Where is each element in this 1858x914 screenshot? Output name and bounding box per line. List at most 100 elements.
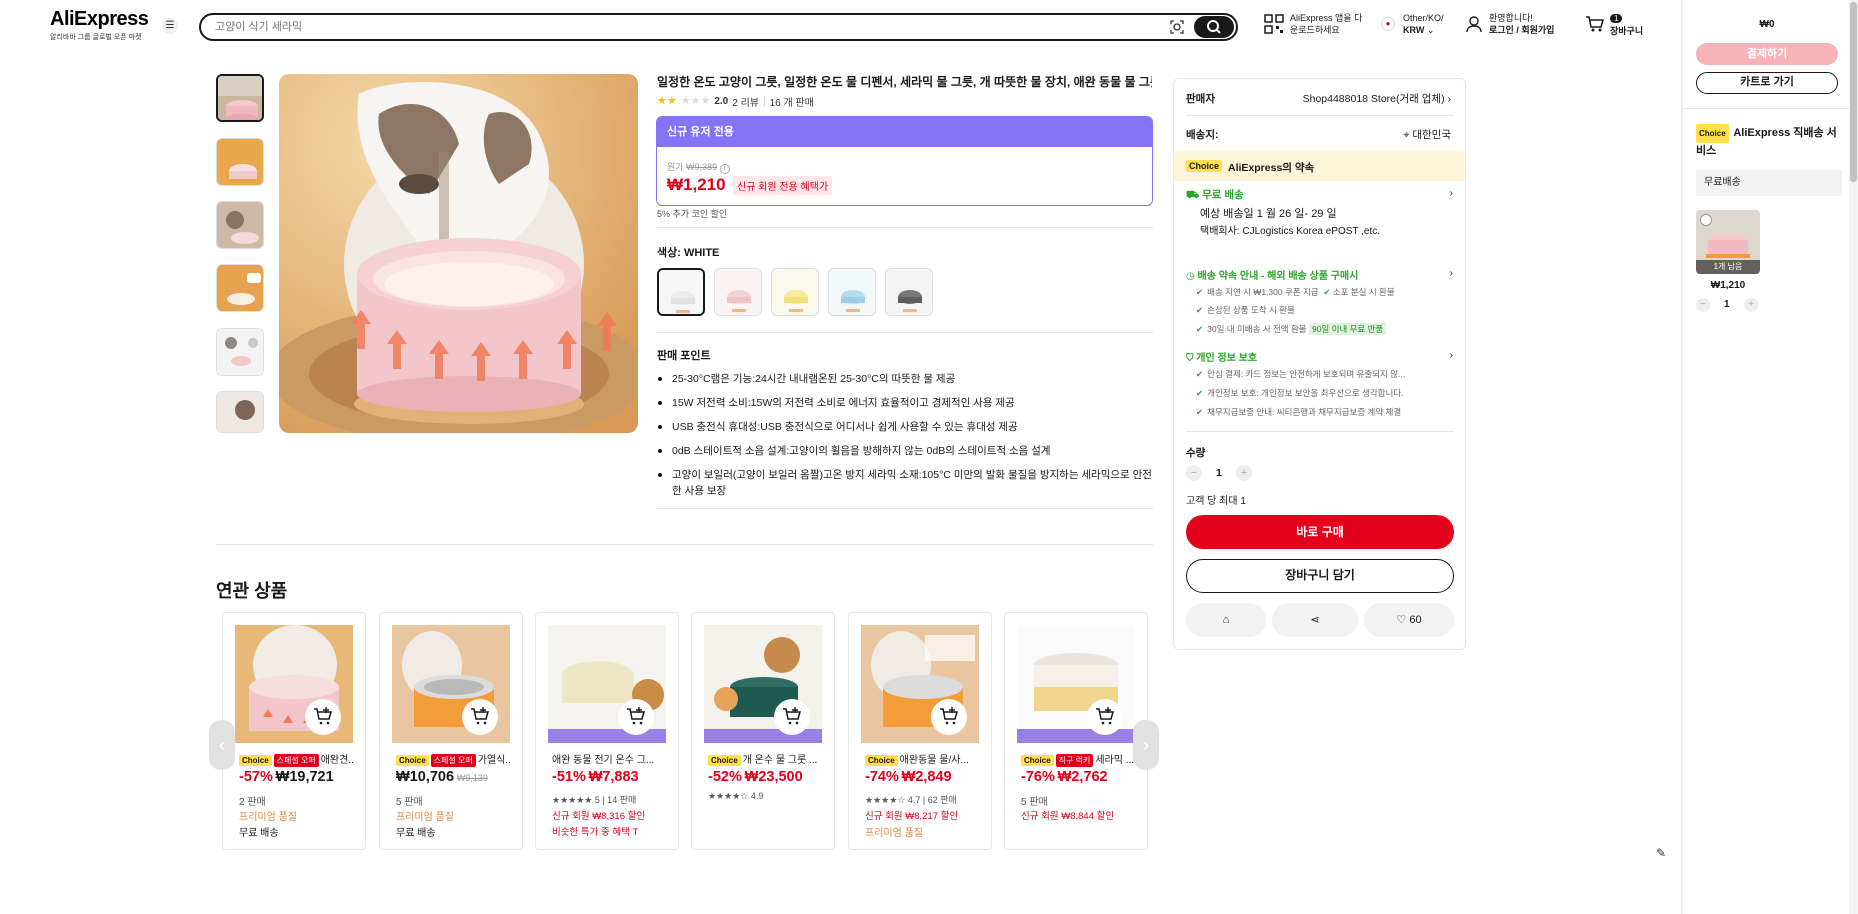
privacy-row[interactable]: ⛉ 개인 정보 보호 [1186,349,1257,364]
thumbnail-2[interactable] [216,138,264,186]
add-to-cart-icon[interactable] [774,699,810,735]
share-button[interactable]: ⋖ [1272,603,1358,637]
carousel-next-button[interactable]: › [1133,720,1159,770]
color-swatch-pink[interactable] [714,268,762,316]
scrollbar-thumb[interactable] [1850,2,1857,182]
color-swatch-blue[interactable] [828,268,876,316]
quantity-value[interactable]: 1 [1216,467,1222,479]
wishlist-count: 60 [1409,614,1422,626]
mini-cart-item-price: ₩1,210 [1710,280,1746,291]
related-price: ₩23,500 [744,769,803,785]
thumbnail-1[interactable] [216,74,264,122]
related-sub3: 무료 배송 [239,828,279,839]
carousel-prev-button[interactable]: ‹ [209,720,235,770]
page-scrollbar[interactable] [1849,0,1858,914]
selling-point: 고양이 보일러(고양이 보일러 옴짤)고온 방지 세라믹 소재:105°C 미만… [658,469,1152,497]
info-icon[interactable]: i [719,164,730,174]
seller-label: 판매자 [1186,93,1215,105]
guarantee-item: 손상된 상품 도착 시 환불 [1196,304,1295,316]
color-swatch-white[interactable] [657,268,705,316]
related-price: ₩2,849 [901,769,952,785]
color-swatch-yellow[interactable] [771,268,819,316]
related-name: 애완동물 물/사... [899,755,969,766]
seller-link[interactable]: Shop4488018 Store(거래 업체) › [1303,91,1451,106]
related-sub1: ★★★★☆ 4.7 | 62 판매 [865,795,957,805]
mini-cart-sidebar: ₩0 결제하기 카트로 가기 Choice AliExpress 직배송 서비스… [1681,0,1858,914]
edit-pencil-icon[interactable]: ✎ [1656,846,1672,862]
mini-cart-item-qty[interactable]: 1 [1724,299,1730,310]
free-shipping-tag: 무료배송 [1696,170,1842,196]
mini-cart-item-image[interactable]: 1개 남음 [1696,210,1760,274]
selling-point: USB 충전식 휴대성:USB 충전식으로 어디서나 쉽게 사용할 수 있는 휴… [658,419,1152,435]
selling-points-title: 판매 포인트 [657,350,711,362]
free-shipping-row[interactable]: ⛟ 무료 배송 [1186,187,1244,203]
divider [657,227,1153,228]
related-card[interactable]: Choice스페셜 오퍼가열식... ₩10,706 ₩9,139 5 판매 프… [379,612,523,850]
seller-name: Shop4488018 Store(거래 업체) [1302,93,1445,105]
search-button[interactable] [1194,16,1234,38]
delivery-eta: 예상 배송일 1 월 26 일- 29 일 [1200,208,1337,220]
promo-header: 신규 유저 전용 [657,117,1152,147]
app-line2: 운로드하세요 [1290,25,1340,35]
go-to-cart-button[interactable]: 카트로 가기 [1696,72,1838,94]
chevron-right-icon[interactable]: › [1450,187,1454,199]
related-sub2: 프리미엄 품질 [239,812,297,823]
star-empty-icon: ★★★ [680,95,711,107]
ship-to-selector[interactable]: ⌖ 대한민국 [1404,127,1451,142]
camera-search-icon[interactable] [1168,18,1186,36]
wishlist-button[interactable]: ♡ 60 [1364,603,1454,637]
cart[interactable]: 1 장바구니 [1585,12,1643,37]
add-to-cart-icon[interactable] [618,699,654,735]
delivery-guarantee-row[interactable]: ◷ 배송 약속 안내 - 해외 배송 상품 구매시 [1186,267,1358,282]
related-card[interactable]: 애완 동물 전기 온수 그... -51% ₩7,883 ★★★★★ 5 | 1… [535,612,679,850]
selling-point: 15W 저전력 소비:15W의 저전력 소비로 에너지 효율적이고 경제적인 사… [658,395,1152,411]
buy-now-button[interactable]: 바로 구매 [1186,515,1454,549]
search-bar [199,13,1238,41]
login-link[interactable]: 로그인 / 회원가입 [1489,25,1554,35]
store-button[interactable]: ⌂ [1186,603,1266,637]
main-product-image[interactable] [279,74,638,433]
add-to-cart-icon[interactable] [462,699,498,735]
add-to-cart-button[interactable]: 장바구니 담기 [1186,559,1454,593]
new-user-promo-box: 신규 유저 전용 원가 ₩9,389 i ₩1,210 신규 회원 전용 혜택가 [656,116,1153,206]
item-select-checkbox[interactable] [1700,214,1712,226]
region-selector[interactable]: ● Other/KO/KRW ⌄ [1381,12,1444,36]
rating-value: 2.0 [714,96,729,107]
add-to-cart-icon[interactable] [1087,699,1123,735]
account-login[interactable]: 환영합니다! 로그인 / 회원가입 [1465,12,1554,36]
related-card[interactable]: Choice 직구 럭키 세라믹 ... -76% ₩2,762 5 판매 신규 회… [1004,612,1148,850]
app-download[interactable]: AliExpress 앱을 다 운로드하세요 [1264,12,1362,36]
choice-badge: Choice [865,755,898,766]
region-line1: Other/KO/ [1403,13,1444,23]
checkout-button[interactable]: 결제하기 [1696,43,1838,65]
add-to-cart-icon[interactable] [305,699,341,735]
sale-price: ₩1,210 [667,175,726,194]
aliexpress-logo[interactable]: AliExpress 알리바바 그룹 글로벌 오픈 마켓 [50,8,149,42]
chevron-right-icon[interactable]: › [1450,267,1454,279]
thumbnail-3[interactable] [216,201,264,249]
thumbnail-6[interactable] [216,391,264,433]
quantity-increase-button[interactable]: + [1236,465,1252,481]
related-card[interactable]: Choice 애완동물 물/사... -74% ₩2,849 ★★★★☆ 4.7 … [848,612,992,850]
related-sub2: 프리미엄 품질 [396,812,454,823]
review-count[interactable]: 2 리뷰 [732,94,759,109]
search-input[interactable] [215,18,1015,36]
mini-qty-increase[interactable]: + [1744,298,1758,312]
thumbnail-5[interactable] [216,328,264,376]
add-to-cart-icon[interactable] [931,699,967,735]
logo-subtitle: 알리바바 그룹 글로벌 오픈 마켓 [50,34,142,41]
thumbnail-4[interactable] [216,264,264,312]
guarantee-item: 배송 지연 시 ₩1,300 쿠폰 지급 ✔ 소포 분실 시 환불 [1196,286,1395,298]
related-card[interactable]: Choice 개 온수 물 그룻 ... -52% ₩23,500 ★★★★☆ 4… [691,612,835,850]
quantity-decrease-button[interactable]: − [1186,465,1202,481]
product-title: 일정한 온도 고양이 그릇, 일정한 온도 물 디펜서, 세라믹 물 그릇, 개… [657,75,1152,89]
divider [1186,115,1454,116]
truck-icon: ⛟ [1186,189,1200,201]
mini-qty-decrease[interactable]: − [1696,298,1710,312]
color-swatch-gray[interactable] [885,268,933,316]
ship-to-label: 배송지: [1186,129,1219,141]
related-old-price: ₩9,139 [456,773,488,783]
chevron-right-icon[interactable]: › [1450,349,1454,361]
category-menu-button[interactable]: ☰ [162,18,178,34]
related-card[interactable]: Choice스페셜 오퍼애완견... -57% ₩19,721 2 판매 프리미… [222,612,366,850]
